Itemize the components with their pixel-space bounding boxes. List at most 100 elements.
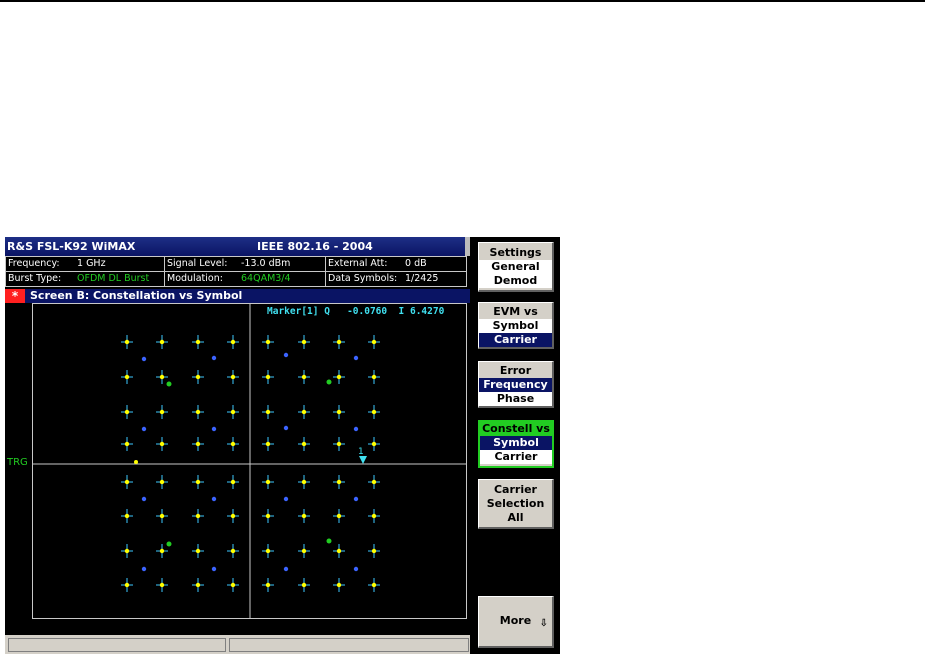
constellation-plot[interactable]: 1: [32, 303, 467, 619]
constellation-point: [301, 513, 307, 519]
measured-symbol-blue: [211, 566, 217, 572]
constell-vs-softkey[interactable]: Constell vs Symbol Carrier: [478, 420, 554, 468]
constellation-point: [195, 548, 201, 554]
measured-symbol-blue: [353, 496, 359, 502]
measured-symbol-blue: [211, 426, 217, 432]
constellation-point: [371, 548, 377, 554]
constellation-point: [371, 582, 377, 588]
trigger-label: TRG: [7, 457, 28, 468]
title-bar: R&S FSL-K92 WiMAX IEEE 802.16 - 2004: [5, 237, 470, 256]
status-bar: [5, 635, 470, 654]
top-rule: [0, 0, 925, 2]
screen-title-bar: * Screen B: Constellation vs Symbol: [5, 289, 470, 303]
marker-1-icon: [359, 456, 367, 464]
constellation-point: [124, 582, 130, 588]
constellation-point: [265, 548, 271, 554]
softkey-line: Settings: [489, 246, 542, 259]
softkey-option-phase: Phase: [479, 392, 552, 406]
marker-readout: Marker[1] Q -0.0760 I 6.4270: [267, 306, 445, 317]
constellation-point: [265, 441, 271, 447]
frequency-value: 1 GHz: [77, 258, 106, 269]
constellation-point: [265, 513, 271, 519]
constellation-point: [301, 582, 307, 588]
constellation-point: [124, 513, 130, 519]
constellation-point: [230, 409, 236, 415]
softkey-line: Error: [499, 364, 532, 377]
softkey-option-symbol: Symbol: [479, 319, 552, 333]
constellation-point: [230, 339, 236, 345]
settings-general-demod-softkey[interactable]: Settings General Demod: [478, 242, 554, 292]
constellation-canvas: 1: [33, 304, 466, 618]
softkey-line: Carrier: [493, 483, 537, 496]
constellation-point: [336, 339, 342, 345]
measured-symbol-blue: [141, 566, 147, 572]
constellation-point: [371, 441, 377, 447]
data-symbols-cell: Data Symbols:: [325, 271, 467, 287]
constellation-point: [195, 441, 201, 447]
measured-symbol-blue: [211, 496, 217, 502]
measured-symbol-blue: [141, 496, 147, 502]
constellation-point: [230, 548, 236, 554]
constellation-point: [159, 441, 165, 447]
constellation-point: [159, 374, 165, 380]
softkey-line-active: Constell vs: [480, 422, 552, 436]
constellation-point: [230, 479, 236, 485]
constellation-point: [301, 441, 307, 447]
constellation-point: [336, 479, 342, 485]
measured-symbol-green: [326, 538, 332, 544]
constellation-point: [336, 374, 342, 380]
measured-symbol-blue: [353, 355, 359, 361]
constellation-point: [159, 339, 165, 345]
status-field-left: [8, 638, 226, 652]
analyzer-screen: R&S FSL-K92 WiMAX IEEE 802.16 - 2004 Fre…: [5, 237, 470, 654]
constellation-point: [265, 582, 271, 588]
settings-info-table: Frequency: 1 GHz Signal Level: -13.0 dBm…: [5, 256, 467, 291]
constellation-point: [336, 548, 342, 554]
constellation-point: [336, 441, 342, 447]
constellation-point: [195, 513, 201, 519]
down-arrow-icon: ⇩: [539, 618, 548, 629]
constellation-point: [371, 513, 377, 519]
constellation-point: [301, 409, 307, 415]
constellation-point: [371, 339, 377, 345]
softkey-option-carrier-selected: Carrier: [479, 333, 552, 347]
constellation-point: [195, 479, 201, 485]
constellation-point: [230, 374, 236, 380]
constellation-point: [195, 339, 201, 345]
constellation-point: [124, 339, 130, 345]
constellation-point: [265, 409, 271, 415]
measured-symbol-blue: [353, 426, 359, 432]
constellation-point: [301, 374, 307, 380]
carrier-selection-softkey[interactable]: Carrier Selection All: [478, 479, 554, 529]
modulation-value: 64QAM3/4: [241, 273, 291, 284]
constellation-point: [371, 374, 377, 380]
constellation-point: [195, 582, 201, 588]
constellation-point: [124, 441, 130, 447]
marker-number-label: 1: [358, 447, 364, 457]
constellation-point: [265, 374, 271, 380]
signal-level-value: -13.0 dBm: [241, 258, 291, 269]
constellation-point: [124, 548, 130, 554]
evm-vs-softkey[interactable]: EVM vs Symbol Carrier: [478, 302, 554, 349]
measured-symbol-blue: [353, 566, 359, 572]
measured-symbol-blue: [141, 356, 147, 362]
more-label: More: [499, 614, 532, 627]
softkey-option-general: General: [479, 260, 552, 274]
error-softkey[interactable]: Error Frequency Phase: [478, 361, 554, 408]
softkey-option-demod: Demod: [479, 274, 552, 288]
constellation-point: [230, 513, 236, 519]
more-softkey[interactable]: More ⇩: [478, 596, 554, 648]
constellation-point: [159, 409, 165, 415]
constellation-point: [371, 409, 377, 415]
softkey-bar: Settings General Demod EVM vs Symbol Car…: [470, 237, 560, 654]
measured-symbol-blue: [283, 352, 289, 358]
constellation-point: [159, 513, 165, 519]
frequency-label: Frequency:: [8, 258, 60, 269]
measured-symbol-blue: [283, 566, 289, 572]
constellation-point: [195, 374, 201, 380]
burst-type-value: OFDM DL Burst: [77, 273, 150, 284]
data-symbols-label: Data Symbols:: [328, 273, 398, 284]
constellation-point: [230, 582, 236, 588]
softkey-line: All: [507, 511, 524, 524]
constellation-point: [230, 441, 236, 447]
